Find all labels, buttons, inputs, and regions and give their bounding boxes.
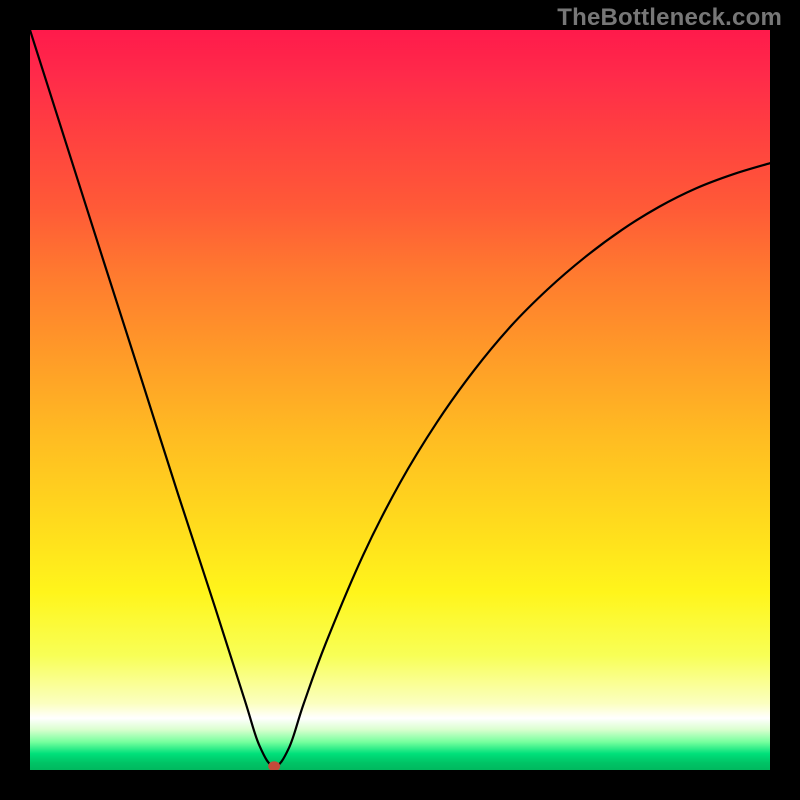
- plot-area: [30, 30, 770, 770]
- chart-container: TheBottleneck.com: [0, 0, 800, 800]
- chart-svg: [30, 30, 770, 770]
- bottleneck-curve: [30, 30, 770, 766]
- minimum-marker: [268, 761, 280, 770]
- watermark-text: TheBottleneck.com: [557, 4, 782, 32]
